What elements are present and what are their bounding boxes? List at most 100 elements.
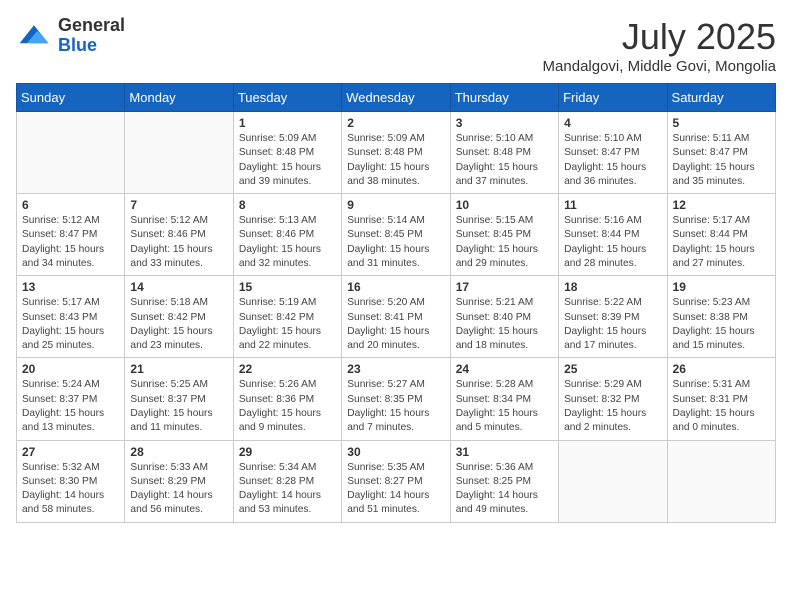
day-info: Sunrise: 5:10 AM Sunset: 8:48 PM Dayligh…: [456, 132, 553, 189]
calendar-week-4: 20Sunrise: 5:24 AM Sunset: 8:37 PM Dayli…: [17, 358, 776, 440]
location-title: Mandalgovi, Middle Govi, Mongolia: [543, 58, 776, 75]
calendar-cell: 27 Sunrise: 5:32 AM Sunset: 8:30 PM Dayli…: [17, 440, 125, 522]
day-info: Sunrise: 5:17 AM Sunset: 8:43 PM Dayligh…: [22, 296, 119, 353]
day-number: 31: [456, 445, 553, 459]
calendar-cell: 3 Sunrise: 5:10 AM Sunset: 8:48 PM Daylig…: [450, 112, 558, 194]
day-info: Sunrise: 5:10 AM Sunset: 8:47 PM Dayligh…: [564, 132, 661, 189]
calendar-cell: 24 Sunrise: 5:28 AM Sunset: 8:34 PM Dayli…: [450, 358, 558, 440]
calendar-header-monday: Monday: [125, 84, 233, 112]
day-number: 25: [564, 362, 661, 376]
calendar-cell: 15 Sunrise: 5:19 AM Sunset: 8:42 PM Dayli…: [233, 276, 341, 358]
day-info: Sunrise: 5:09 AM Sunset: 8:48 PM Dayligh…: [347, 132, 444, 189]
calendar-header-wednesday: Wednesday: [342, 84, 450, 112]
calendar-cell: 21 Sunrise: 5:25 AM Sunset: 8:37 PM Dayli…: [125, 358, 233, 440]
calendar-cell: 11Sunrise: 5:16 AM Sunset: 8:44 PM Dayli…: [559, 194, 667, 276]
day-info: Sunrise: 5:28 AM Sunset: 8:34 PM Dayligh…: [456, 378, 553, 435]
calendar-cell: 5 Sunrise: 5:11 AM Sunset: 8:47 PM Daylig…: [667, 112, 775, 194]
month-title: July 2025: [543, 16, 776, 58]
calendar-cell: 16Sunrise: 5:20 AM Sunset: 8:41 PM Dayli…: [342, 276, 450, 358]
calendar-header-sunday: Sunday: [17, 84, 125, 112]
calendar-header-row: SundayMondayTuesdayWednesdayThursdayFrid…: [17, 84, 776, 112]
calendar-cell: 26Sunrise: 5:31 AM Sunset: 8:31 PM Dayli…: [667, 358, 775, 440]
calendar-cell: 30 Sunrise: 5:35 AM Sunset: 8:27 PM Dayli…: [342, 440, 450, 522]
day-number: 6: [22, 198, 119, 212]
page-header: General Blue July 2025 Mandalgovi, Middl…: [16, 16, 776, 75]
day-number: 29: [239, 445, 336, 459]
day-number: 20: [22, 362, 119, 376]
day-number: 19: [673, 280, 770, 294]
calendar-week-3: 13Sunrise: 5:17 AM Sunset: 8:43 PM Dayli…: [17, 276, 776, 358]
day-number: 1: [239, 116, 336, 130]
day-info: Sunrise: 5:09 AM Sunset: 8:48 PM Dayligh…: [239, 132, 336, 189]
calendar-cell: 10Sunrise: 5:15 AM Sunset: 8:45 PM Dayli…: [450, 194, 558, 276]
calendar-cell: 28Sunrise: 5:33 AM Sunset: 8:29 PM Dayli…: [125, 440, 233, 522]
logo: General Blue: [16, 16, 125, 56]
day-number: 12: [673, 198, 770, 212]
title-area: July 2025 Mandalgovi, Middle Govi, Mongo…: [543, 16, 776, 75]
calendar-cell: [559, 440, 667, 522]
day-info: Sunrise: 5:11 AM Sunset: 8:47 PM Dayligh…: [673, 132, 770, 189]
calendar-cell: 19 Sunrise: 5:23 AM Sunset: 8:38 PM Dayli…: [667, 276, 775, 358]
calendar-cell: 29 Sunrise: 5:34 AM Sunset: 8:28 PM Dayli…: [233, 440, 341, 522]
calendar-cell: 4 Sunrise: 5:10 AM Sunset: 8:47 PM Daylig…: [559, 112, 667, 194]
day-number: 21: [130, 362, 227, 376]
day-number: 23: [347, 362, 444, 376]
calendar-cell: [125, 112, 233, 194]
day-number: 11: [564, 198, 661, 212]
day-info: Sunrise: 5:15 AM Sunset: 8:45 PM Dayligh…: [456, 214, 553, 271]
day-number: 8: [239, 198, 336, 212]
logo-icon: [16, 18, 52, 54]
calendar-cell: 25Sunrise: 5:29 AM Sunset: 8:32 PM Dayli…: [559, 358, 667, 440]
day-info: Sunrise: 5:17 AM Sunset: 8:44 PM Dayligh…: [673, 214, 770, 271]
day-number: 24: [456, 362, 553, 376]
day-number: 3: [456, 116, 553, 130]
day-info: Sunrise: 5:18 AM Sunset: 8:42 PM Dayligh…: [130, 296, 227, 353]
logo-text: General Blue: [58, 16, 125, 56]
day-number: 30: [347, 445, 444, 459]
day-info: Sunrise: 5:22 AM Sunset: 8:39 PM Dayligh…: [564, 296, 661, 353]
logo-general: General: [58, 16, 125, 36]
day-info: Sunrise: 5:20 AM Sunset: 8:41 PM Dayligh…: [347, 296, 444, 353]
calendar-week-2: 6 Sunrise: 5:12 AM Sunset: 8:47 PM Daylig…: [17, 194, 776, 276]
day-number: 4: [564, 116, 661, 130]
calendar-cell: 18Sunrise: 5:22 AM Sunset: 8:39 PM Dayli…: [559, 276, 667, 358]
calendar-cell: 31 Sunrise: 5:36 AM Sunset: 8:25 PM Dayli…: [450, 440, 558, 522]
day-info: Sunrise: 5:19 AM Sunset: 8:42 PM Dayligh…: [239, 296, 336, 353]
day-info: Sunrise: 5:14 AM Sunset: 8:45 PM Dayligh…: [347, 214, 444, 271]
calendar-cell: 1 Sunrise: 5:09 AM Sunset: 8:48 PM Daylig…: [233, 112, 341, 194]
calendar-header-friday: Friday: [559, 84, 667, 112]
calendar-cell: 8 Sunrise: 5:13 AM Sunset: 8:46 PM Daylig…: [233, 194, 341, 276]
day-number: 5: [673, 116, 770, 130]
calendar-week-5: 27 Sunrise: 5:32 AM Sunset: 8:30 PM Dayli…: [17, 440, 776, 522]
day-number: 22: [239, 362, 336, 376]
day-info: Sunrise: 5:35 AM Sunset: 8:27 PM Dayligh…: [347, 461, 444, 518]
day-number: 14: [130, 280, 227, 294]
day-number: 17: [456, 280, 553, 294]
day-info: Sunrise: 5:13 AM Sunset: 8:46 PM Dayligh…: [239, 214, 336, 271]
day-info: Sunrise: 5:27 AM Sunset: 8:35 PM Dayligh…: [347, 378, 444, 435]
day-info: Sunrise: 5:23 AM Sunset: 8:38 PM Dayligh…: [673, 296, 770, 353]
calendar-cell: 17 Sunrise: 5:21 AM Sunset: 8:40 PM Dayli…: [450, 276, 558, 358]
day-number: 2: [347, 116, 444, 130]
calendar-cell: [17, 112, 125, 194]
day-info: Sunrise: 5:33 AM Sunset: 8:29 PM Dayligh…: [130, 461, 227, 518]
calendar-cell: 7Sunrise: 5:12 AM Sunset: 8:46 PM Daylig…: [125, 194, 233, 276]
calendar-cell: 6 Sunrise: 5:12 AM Sunset: 8:47 PM Daylig…: [17, 194, 125, 276]
day-info: Sunrise: 5:34 AM Sunset: 8:28 PM Dayligh…: [239, 461, 336, 518]
day-number: 27: [22, 445, 119, 459]
day-info: Sunrise: 5:21 AM Sunset: 8:40 PM Dayligh…: [456, 296, 553, 353]
calendar-cell: 9 Sunrise: 5:14 AM Sunset: 8:45 PM Daylig…: [342, 194, 450, 276]
calendar: SundayMondayTuesdayWednesdayThursdayFrid…: [16, 83, 776, 523]
calendar-cell: 22Sunrise: 5:26 AM Sunset: 8:36 PM Dayli…: [233, 358, 341, 440]
day-info: Sunrise: 5:25 AM Sunset: 8:37 PM Dayligh…: [130, 378, 227, 435]
calendar-body: 1 Sunrise: 5:09 AM Sunset: 8:48 PM Daylig…: [17, 112, 776, 523]
day-number: 15: [239, 280, 336, 294]
day-info: Sunrise: 5:32 AM Sunset: 8:30 PM Dayligh…: [22, 461, 119, 518]
day-info: Sunrise: 5:36 AM Sunset: 8:25 PM Dayligh…: [456, 461, 553, 518]
calendar-week-1: 1 Sunrise: 5:09 AM Sunset: 8:48 PM Daylig…: [17, 112, 776, 194]
day-info: Sunrise: 5:12 AM Sunset: 8:47 PM Dayligh…: [22, 214, 119, 271]
calendar-header-saturday: Saturday: [667, 84, 775, 112]
day-number: 9: [347, 198, 444, 212]
day-info: Sunrise: 5:31 AM Sunset: 8:31 PM Dayligh…: [673, 378, 770, 435]
day-info: Sunrise: 5:12 AM Sunset: 8:46 PM Dayligh…: [130, 214, 227, 271]
